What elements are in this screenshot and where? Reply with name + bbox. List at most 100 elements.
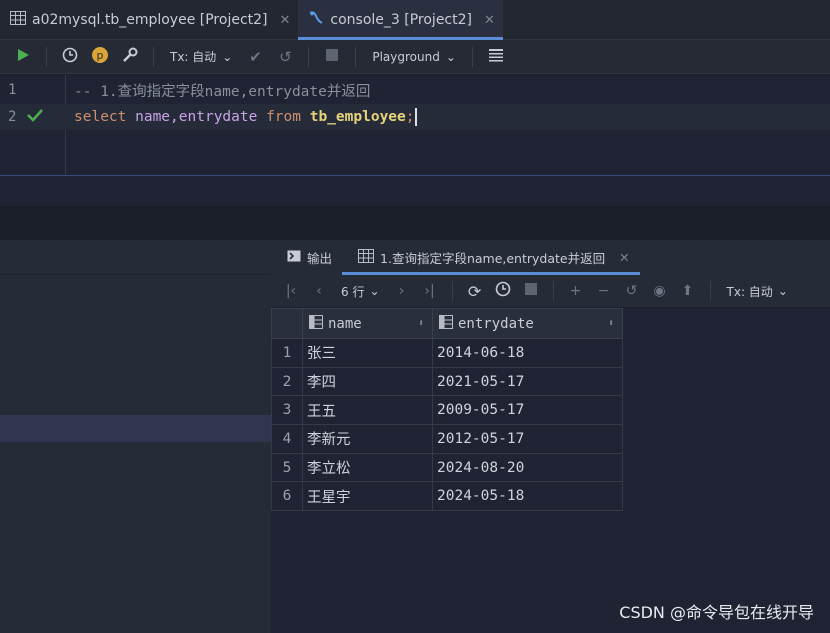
table-row[interactable]: 2 李四 2021-05-17 xyxy=(271,366,623,397)
cell-name[interactable]: 王星宇 xyxy=(302,481,433,512)
history-button[interactable] xyxy=(57,44,83,70)
panel-splitter[interactable] xyxy=(0,206,830,240)
tx-mode-label: Tx: 自动 xyxy=(170,50,217,64)
cell-name[interactable]: 王五 xyxy=(302,395,433,426)
divider xyxy=(552,281,554,301)
close-icon[interactable]: ✕ xyxy=(484,13,495,28)
column-header-name[interactable]: name ⬍ xyxy=(302,308,433,339)
arrow-up-icon: ⬆ xyxy=(681,283,694,299)
tab-label: console_3 [Project2] xyxy=(330,12,472,28)
row-number: 3 xyxy=(271,395,303,426)
selected-tree-item[interactable] xyxy=(0,415,271,442)
table-row[interactable]: 5 李立松 2024-08-20 xyxy=(271,452,623,483)
code-line-1: 1 -- 1.查询指定字段name,entrydate并返回 xyxy=(0,77,830,103)
editor-tab-bar: a02mysql.tb_employee [Project2] ✕ consol… xyxy=(0,0,830,40)
results-toolbar: |‹ ‹ 6 行 ⌄ › ›| ⟳ + − ↺ ◉ ⬆ Tx: 自动 ⌄ xyxy=(271,275,830,308)
table-row[interactable]: 6 王星宇 2024-05-18 xyxy=(271,481,623,512)
layout-button[interactable] xyxy=(483,44,509,70)
divider xyxy=(451,281,453,301)
first-page-button[interactable]: |‹ xyxy=(279,279,303,303)
row-count-label: 6 行 xyxy=(341,284,365,299)
cell-entrydate[interactable]: 2024-05-18 xyxy=(432,481,623,512)
divider xyxy=(355,46,357,67)
checkmark-icon: ✔ xyxy=(249,47,262,66)
cell-entrydate[interactable]: 2009-05-17 xyxy=(432,395,623,426)
undo-icon: ↺ xyxy=(625,283,638,299)
sort-icon[interactable]: ⬍ xyxy=(608,318,614,329)
stop-icon xyxy=(326,48,339,65)
row-count-select[interactable]: 6 行 ⌄ xyxy=(335,283,386,300)
row-number: 4 xyxy=(271,424,303,454)
column-label: entrydate xyxy=(458,315,534,332)
playground-select[interactable]: Playground ⌄ xyxy=(366,50,462,64)
cell-entrydate[interactable]: 2014-06-18 xyxy=(432,338,623,368)
svg-text:p: p xyxy=(97,49,104,62)
last-page-button[interactable]: ›| xyxy=(418,279,442,303)
add-row-button[interactable]: + xyxy=(564,279,588,303)
cell-entrydate[interactable]: 2012-05-17 xyxy=(432,424,623,454)
first-page-icon: |‹ xyxy=(285,283,297,299)
cell-name[interactable]: 张三 xyxy=(302,338,433,368)
chevron-down-icon: ⌄ xyxy=(369,284,380,298)
editor-toolbar: p Tx: 自动 ⌄ ✔ ↺ Playground ⌄ xyxy=(0,40,830,74)
sort-icon[interactable]: ⬍ xyxy=(418,318,424,329)
settings-button[interactable] xyxy=(117,44,143,70)
line-number: 2 xyxy=(8,109,17,125)
tx-mode-select[interactable]: Tx: 自动 ⌄ xyxy=(164,48,238,65)
tab-output-label: 输出 xyxy=(307,251,333,266)
chevron-right-icon: › xyxy=(398,283,405,299)
tx-mode-select[interactable]: Tx: 自动 ⌄ xyxy=(721,283,794,300)
sql-statement: select name,entrydate from tb_employee; xyxy=(74,108,417,126)
cell-name[interactable]: 李四 xyxy=(302,366,433,397)
chevron-down-icon: ⌄ xyxy=(777,284,788,298)
tab-output[interactable]: 输出 xyxy=(271,240,342,275)
run-button[interactable] xyxy=(10,44,36,70)
list-icon xyxy=(488,47,504,67)
sql-semicolon: ; xyxy=(405,109,415,125)
stop-button[interactable] xyxy=(519,279,543,303)
stop-button[interactable] xyxy=(319,44,345,70)
chevron-down-icon: ⌄ xyxy=(222,49,233,64)
clock-icon xyxy=(495,281,511,301)
submit-button[interactable]: ⬆ xyxy=(676,279,700,303)
prev-page-button[interactable]: ‹ xyxy=(307,279,331,303)
cell-name[interactable]: 李立松 xyxy=(302,452,433,483)
sql-keyword-select: select xyxy=(74,109,127,125)
chevron-left-icon: ‹ xyxy=(316,283,322,299)
cell-entrydate[interactable]: 2021-05-17 xyxy=(432,366,623,397)
profile-button[interactable]: p xyxy=(87,44,113,70)
sql-editor[interactable]: 1 -- 1.查询指定字段name,entrydate并返回 2 select … xyxy=(0,75,830,175)
tab-console-3[interactable]: console_3 [Project2] ✕ xyxy=(298,0,503,40)
table-row[interactable]: 1 张三 2014-06-18 xyxy=(271,338,623,368)
tab-query-result[interactable]: 1.查询指定字段name,entrydate并返回 ✕ xyxy=(342,240,640,275)
close-icon[interactable]: ✕ xyxy=(619,250,629,265)
table-row[interactable]: 3 王五 2009-05-17 xyxy=(271,395,623,426)
revert-button[interactable]: ↺ xyxy=(620,279,644,303)
editor-footer xyxy=(0,175,830,206)
cell-entrydate[interactable]: 2024-08-20 xyxy=(432,452,623,483)
refresh-button[interactable]: ⟳ xyxy=(463,279,487,303)
table-icon xyxy=(10,11,26,29)
services-header xyxy=(0,240,271,275)
delete-row-button[interactable]: − xyxy=(592,279,616,303)
table-row[interactable]: 4 李新元 2012-05-17 xyxy=(271,424,623,454)
divider xyxy=(308,46,310,67)
results-tab-bar: 输出 1.查询指定字段name,entrydate并返回 ✕ xyxy=(271,240,830,275)
sql-table-name: tb_employee xyxy=(301,109,406,125)
column-header-entrydate[interactable]: entrydate ⬍ xyxy=(432,308,623,339)
console-icon xyxy=(308,10,324,30)
commit-button[interactable]: ✔ xyxy=(242,44,268,70)
last-page-icon: ›| xyxy=(424,283,435,299)
column-icon xyxy=(309,314,323,333)
eye-icon: ◉ xyxy=(653,283,666,299)
tab-tb-employee[interactable]: a02mysql.tb_employee [Project2] ✕ xyxy=(0,0,298,40)
preview-button[interactable]: ◉ xyxy=(648,279,672,303)
close-icon[interactable]: ✕ xyxy=(280,13,291,28)
divider xyxy=(46,46,47,67)
cell-name[interactable]: 李新元 xyxy=(302,424,433,454)
rollback-button[interactable]: ↺ xyxy=(272,44,298,70)
history-button[interactable] xyxy=(491,279,515,303)
divider xyxy=(153,46,154,67)
next-page-button[interactable]: › xyxy=(390,279,414,303)
sql-columns: name,entrydate xyxy=(126,109,267,125)
